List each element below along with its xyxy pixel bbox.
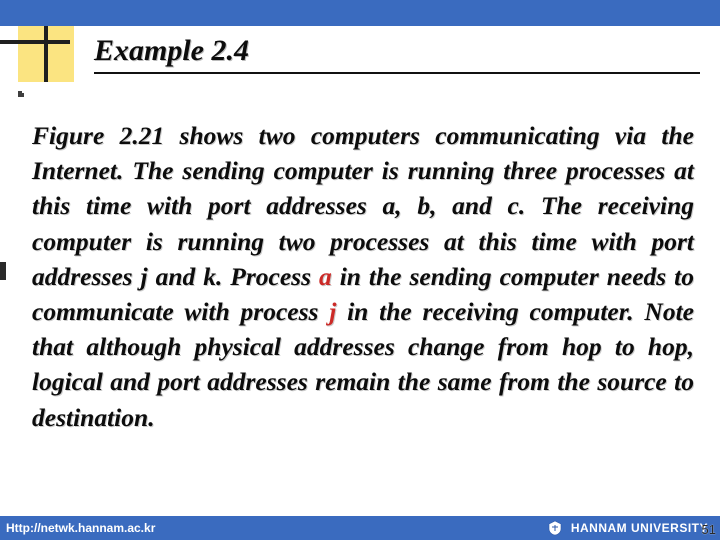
bullet-tick-icon (18, 91, 24, 97)
footer-url: Http://netwk.hannam.ac.kr (0, 521, 155, 535)
emphasis-process-a: a (319, 262, 332, 291)
university-crest-icon (547, 520, 563, 536)
page-number: 51 (702, 522, 716, 537)
side-mark-icon (0, 262, 6, 280)
logo-vertical-bar (44, 26, 48, 82)
slide-logo-block (18, 26, 74, 82)
logo-horizontal-bar (0, 40, 70, 44)
footer-right-block: HANNAM UNIVERSITY (547, 520, 720, 536)
top-bar (0, 0, 720, 26)
footer-university-name: HANNAM UNIVERSITY (571, 521, 708, 535)
footer-bar: Http://netwk.hannam.ac.kr HANNAM UNIVERS… (0, 516, 720, 540)
slide-body-text: Figure 2.21 shows two computers communic… (32, 118, 694, 435)
slide-heading: Example 2.4 (94, 34, 700, 74)
